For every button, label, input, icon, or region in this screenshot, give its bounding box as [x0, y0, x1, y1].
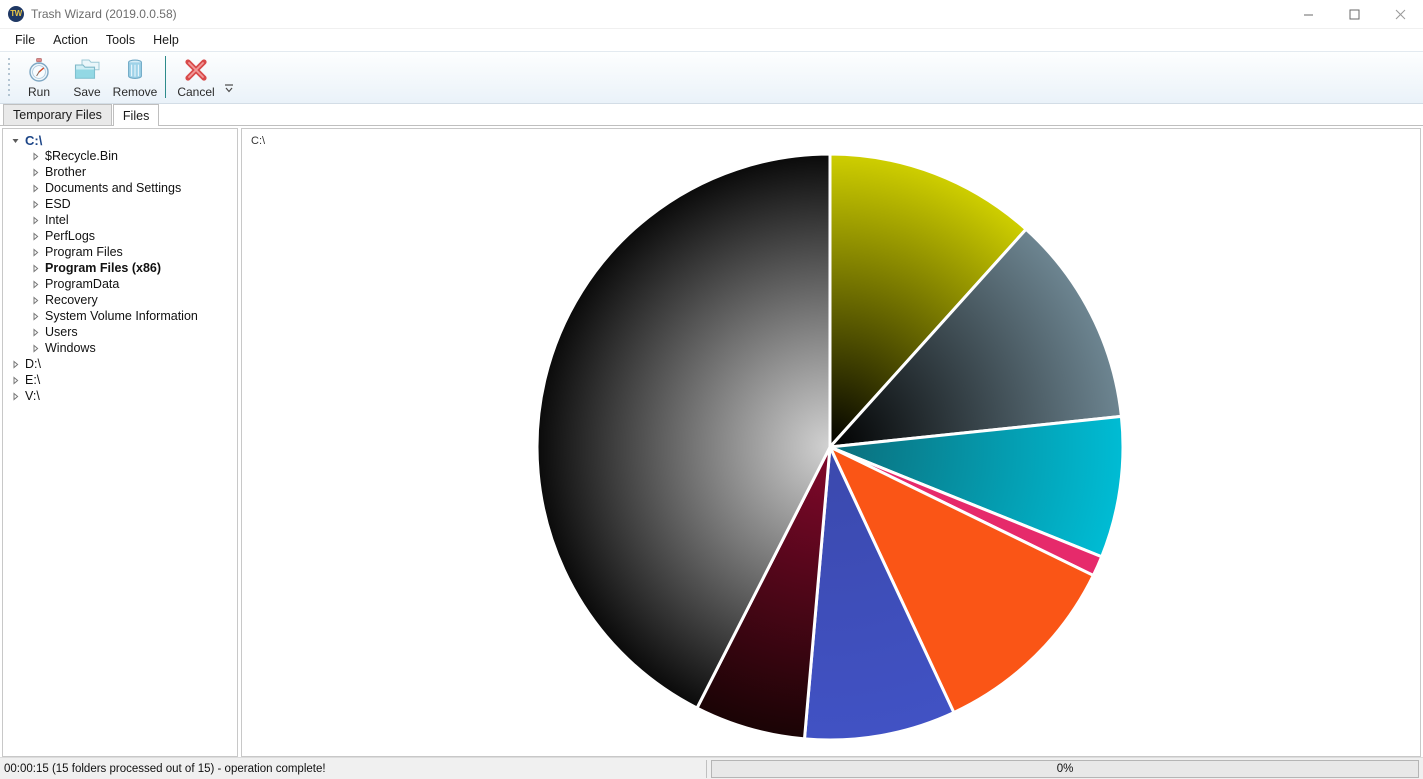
run-button[interactable]: Run	[15, 52, 63, 102]
remove-button[interactable]: Remove	[111, 52, 159, 102]
folder-icon	[72, 56, 102, 84]
chevron-right-icon[interactable]	[29, 151, 42, 161]
tree-node[interactable]: C:\	[3, 132, 237, 148]
tree-node-label: V:\	[25, 389, 40, 403]
tree-node-label: $Recycle.Bin	[45, 149, 118, 163]
tree-node[interactable]: Users	[3, 324, 237, 340]
chevron-right-icon[interactable]	[29, 167, 42, 177]
remove-label: Remove	[112, 85, 158, 99]
toolbar-separator	[165, 56, 166, 98]
red-x-icon	[181, 56, 211, 84]
tree-node[interactable]: Recovery	[3, 292, 237, 308]
app-icon: TW	[8, 6, 24, 22]
tree-node-label: Documents and Settings	[45, 181, 182, 195]
tree-node[interactable]: ESD	[3, 196, 237, 212]
chevron-right-icon[interactable]	[29, 247, 42, 257]
main-content: C:\ $Recycle.Bin Brother Documents and Sett…	[0, 126, 1423, 757]
window-title: Trash Wizard (2019.0.0.58)	[31, 7, 177, 21]
status-separator	[706, 759, 707, 778]
tree-node[interactable]: Program Files	[3, 244, 237, 260]
chevron-right-icon[interactable]	[29, 343, 42, 353]
toolbar: Run Save Remove Cancel	[0, 51, 1423, 104]
tab-temporary-files[interactable]: Temporary Files	[3, 104, 112, 125]
run-label: Run	[27, 85, 50, 99]
tree-node[interactable]: $Recycle.Bin	[3, 148, 237, 164]
tree-node-label: Program Files	[45, 245, 123, 259]
status-bar: 00:00:15 (15 folders processed out of 15…	[0, 757, 1423, 779]
tree-node-label: C:\	[25, 132, 43, 148]
tree-node-label: D:\	[25, 357, 41, 371]
tree-node-label: Recovery	[45, 293, 98, 307]
status-message: 00:00:15 (15 folders processed out of 15…	[4, 762, 326, 775]
chevron-right-icon[interactable]	[9, 359, 22, 369]
tree-node[interactable]: PerfLogs	[3, 228, 237, 244]
tree-node-label: ProgramData	[45, 277, 120, 291]
chevron-right-icon[interactable]	[29, 311, 42, 321]
tab-files[interactable]: Files	[112, 104, 160, 126]
save-button[interactable]: Save	[63, 52, 111, 102]
chart-panel: C:\	[241, 128, 1421, 757]
close-icon[interactable]	[1377, 0, 1423, 29]
app-window: TW Trash Wizard (2019.0.0.58) File Actio…	[0, 0, 1423, 779]
tree-node-label: Program Files (x86)	[45, 261, 162, 275]
tree-node-label: PerfLogs	[45, 229, 96, 243]
toolbar-grip[interactable]	[6, 55, 12, 99]
title-bar: TW Trash Wizard (2019.0.0.58)	[0, 0, 1423, 29]
chevron-right-icon[interactable]	[29, 279, 42, 289]
directory-tree[interactable]: C:\ $Recycle.Bin Brother Documents and Sett…	[2, 128, 238, 757]
chevron-right-icon[interactable]	[29, 263, 42, 273]
tree-node[interactable]: ProgramData	[3, 276, 237, 292]
trash-can-icon	[120, 56, 150, 84]
tree-node[interactable]: Windows	[3, 340, 237, 356]
minimize-icon[interactable]	[1285, 0, 1331, 29]
maximize-icon[interactable]	[1331, 0, 1377, 29]
tree-node-label: System Volume Information	[45, 309, 198, 323]
tree-node[interactable]: Brother	[3, 164, 237, 180]
tree-node-label: Users	[45, 325, 78, 339]
tree-node[interactable]: Program Files (x86)	[3, 260, 237, 276]
menu-item-file[interactable]: File	[6, 31, 44, 49]
save-label: Save	[73, 85, 101, 99]
menu-bar: File Action Tools Help	[0, 29, 1423, 51]
tree-node-label: Brother	[45, 165, 86, 179]
tab-strip: Temporary Files Files	[0, 104, 1423, 126]
chevron-right-icon[interactable]	[29, 295, 42, 305]
chevron-right-icon[interactable]	[29, 327, 42, 337]
toolbar-overflow-icon[interactable]	[224, 82, 234, 97]
tree-node[interactable]: Documents and Settings	[3, 180, 237, 196]
tree-node[interactable]: D:\	[3, 356, 237, 372]
tree-node[interactable]: System Volume Information	[3, 308, 237, 324]
tree-node-label: E:\	[25, 373, 41, 387]
chevron-down-icon[interactable]	[9, 136, 22, 145]
cancel-button[interactable]: Cancel	[172, 52, 220, 102]
window-controls	[1285, 0, 1423, 29]
menu-item-tools[interactable]: Tools	[97, 31, 144, 49]
pie-chart[interactable]	[242, 129, 1421, 749]
chevron-right-icon[interactable]	[29, 183, 42, 193]
chevron-right-icon[interactable]	[9, 375, 22, 385]
stopwatch-icon	[24, 56, 54, 84]
tree-node-label: ESD	[45, 197, 71, 211]
progress-bar: 0%	[711, 759, 1419, 778]
tree-node[interactable]: Intel	[3, 212, 237, 228]
tree-node[interactable]: E:\	[3, 372, 237, 388]
tree-node-label: Windows	[45, 341, 96, 355]
tree-node-label: Intel	[45, 213, 69, 227]
chevron-right-icon[interactable]	[9, 391, 22, 401]
chevron-right-icon[interactable]	[29, 199, 42, 209]
progress-label: 0%	[1056, 762, 1074, 775]
menu-item-action[interactable]: Action	[44, 31, 97, 49]
chevron-right-icon[interactable]	[29, 215, 42, 225]
app-icon-text: TW	[10, 9, 22, 18]
chevron-right-icon[interactable]	[29, 231, 42, 241]
cancel-label: Cancel	[177, 85, 215, 99]
tree-node[interactable]: V:\	[3, 388, 237, 404]
menu-item-help[interactable]: Help	[144, 31, 188, 49]
